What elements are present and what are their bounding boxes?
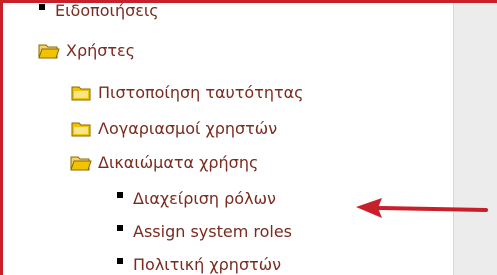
content-panel: [453, 3, 497, 275]
tree-item-assign-roles[interactable]: Assign system roles: [117, 219, 292, 245]
tree-item-label: Assign system roles: [133, 222, 293, 241]
tree-item-notifications[interactable]: Ειδοποιήσεις: [39, 0, 159, 24]
bullet-icon: [39, 4, 45, 10]
admin-tree-screenshot: Ειδοποιήσεις Χρήστες Πιστοποίηση ταυτότη…: [0, 0, 497, 275]
folder-open-icon: [70, 155, 92, 172]
folder-open-icon: [38, 43, 60, 60]
tree-item-permissions[interactable]: Δικαιώματα χρήσης: [70, 150, 258, 176]
tree-item-label: Διαχείριση ρόλων: [133, 189, 276, 208]
bullet-icon: [117, 192, 123, 198]
tree-item-label: Χρήστες: [66, 41, 136, 60]
annotation-arrow-icon: [356, 198, 488, 218]
tree-item-label: Δικαιώματα χρήσης: [98, 153, 259, 172]
tree-item-accounts[interactable]: Λογαριασμοί χρηστών: [70, 116, 277, 142]
tree-item-user-policies[interactable]: Πολιτική χρηστών: [117, 252, 281, 275]
folder-icon: [70, 121, 92, 138]
tree-item-define-roles[interactable]: Διαχείριση ρόλων: [117, 186, 276, 212]
bullet-icon: [117, 258, 123, 264]
bullet-icon: [117, 225, 123, 231]
tree-item-label: Ειδοποιήσεις: [55, 1, 159, 20]
tree-item-users[interactable]: Χρήστες: [38, 38, 135, 64]
tree-item-label: Πολιτική χρηστών: [133, 255, 282, 274]
tree-item-authentication[interactable]: Πιστοποίηση ταυτότητας: [70, 80, 304, 106]
tree-item-label: Πιστοποίηση ταυτότητας: [98, 83, 304, 102]
folder-icon: [70, 85, 92, 102]
tree-item-label: Λογαριασμοί χρηστών: [98, 119, 278, 138]
